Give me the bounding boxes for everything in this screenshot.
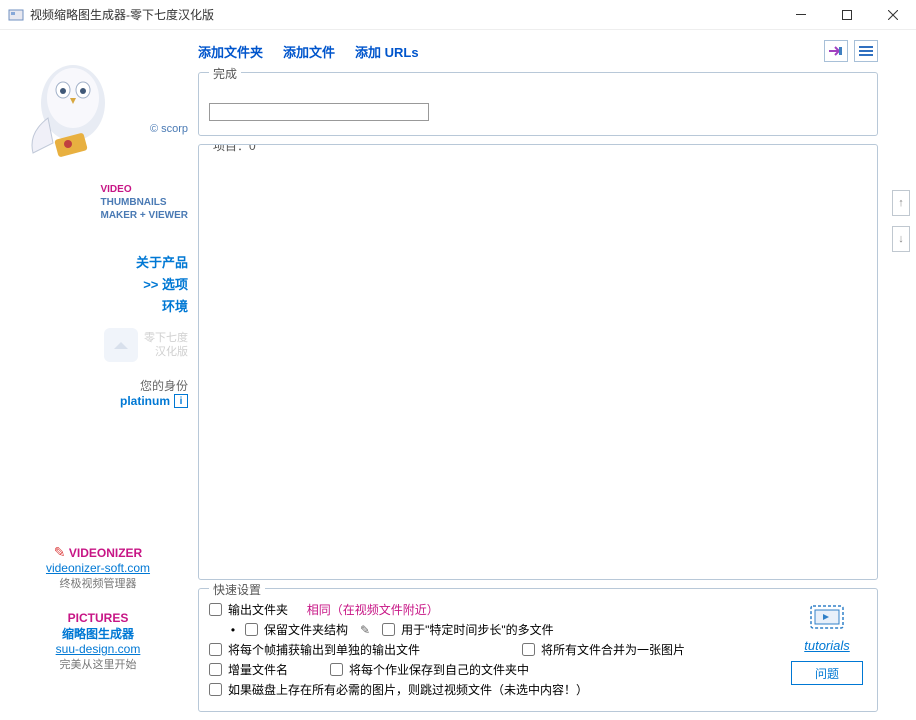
titlebar: 视频缩略图生成器-零下七度汉化版 — [0, 0, 916, 30]
window-controls — [778, 0, 916, 30]
suu-link[interactable]: suu-design.com — [56, 642, 141, 656]
tutorials-button[interactable]: tutorials — [792, 601, 862, 653]
copyright-label: © scorp — [150, 123, 188, 135]
options-link[interactable]: >> 选项 — [136, 274, 188, 296]
owl-icon — [18, 48, 128, 168]
close-button[interactable] — [870, 0, 916, 30]
add-urls-link[interactable]: 添加 URLs — [355, 42, 419, 61]
progress-bar — [209, 103, 429, 121]
merge-all-label[interactable]: 将所有文件合并为一张图片 — [541, 641, 685, 658]
identity-label: 您的身份 — [120, 377, 188, 394]
each-frame-checkbox[interactable] — [209, 643, 222, 656]
minimize-button[interactable] — [778, 0, 824, 30]
tutorials-icon — [805, 602, 849, 638]
group-quick-label: 快速设置 — [209, 581, 265, 598]
identity-section: 您的身份 platinum i — [120, 377, 188, 408]
tutorials-label: tutorials — [804, 638, 850, 653]
group-quick-settings: 快速设置 输出文件夹 相同（在视频文件附近） • 保留文件夹结构 ✎ 用于" — [198, 588, 878, 712]
pencil-icon[interactable]: ✎ — [360, 623, 370, 637]
videonizer-desc: 终极视频管理器 — [60, 578, 137, 590]
output-folder-label[interactable]: 输出文件夹 — [228, 601, 288, 618]
keep-structure-label[interactable]: 保留文件夹结构 — [264, 621, 348, 638]
run-button[interactable] — [824, 40, 848, 62]
save-own-label[interactable]: 将每个作业保存到自己的文件夹中 — [349, 661, 529, 678]
skip-if-exists-label[interactable]: 如果磁盘上存在所有必需的图片，则跳过视频文件（未选中内容！） — [228, 681, 588, 698]
pictures-title: PICTURES — [68, 611, 129, 625]
increment-label[interactable]: 增量文件名 — [228, 661, 288, 678]
output-folder-checkbox[interactable] — [209, 603, 222, 616]
logo-text: VIDEO THUMBNAILS MAKER + VIEWER — [100, 183, 188, 222]
arrow-right-icon — [828, 45, 844, 57]
sidebar: © scorp VIDEO THUMBNAILS MAKER + VIEWER … — [8, 38, 198, 712]
use-time-checkbox[interactable] — [382, 623, 395, 636]
environment-link[interactable]: 环境 — [136, 296, 188, 318]
info-icon[interactable]: i — [174, 394, 188, 408]
group-complete: 完成 — [198, 72, 878, 136]
window-title: 视频缩略图生成器-零下七度汉化版 — [30, 6, 778, 23]
save-own-checkbox[interactable] — [330, 663, 343, 676]
app-icon — [8, 7, 24, 23]
translator-credit: 零下七度 汉化版 — [104, 328, 188, 362]
about-link[interactable]: 关于产品 — [136, 252, 188, 274]
menu-icon — [859, 45, 873, 57]
maximize-button[interactable] — [824, 0, 870, 30]
merge-all-checkbox[interactable] — [522, 643, 535, 656]
translator-icon — [104, 328, 138, 362]
group-items-label: 项目：0 — [209, 144, 260, 154]
group-items: 项目：0 — [198, 144, 878, 580]
side-arrows: ↑ ↓ — [892, 190, 910, 252]
logo-area: © scorp — [18, 48, 188, 178]
suu-desc: 完美从这里开始 — [60, 659, 137, 671]
add-file-link[interactable]: 添加文件 — [283, 42, 335, 61]
identity-value: platinum — [120, 394, 170, 408]
wand-icon: ✎ — [54, 544, 66, 560]
group-complete-label: 完成 — [209, 65, 241, 82]
each-frame-label[interactable]: 将每个帧捕获输出到单独的输出文件 — [228, 641, 420, 658]
move-down-button[interactable]: ↓ — [892, 226, 910, 252]
main-area: 添加文件夹 添加文件 添加 URLs 完成 项目：0 快速设置 — [198, 38, 908, 712]
bottom-links: ✎ VIDEONIZER videonizer-soft.com 终极视频管理器… — [8, 544, 188, 692]
keep-structure-checkbox[interactable] — [245, 623, 258, 636]
menu-button[interactable] — [854, 40, 878, 62]
use-time-label[interactable]: 用于"特定时间步长"的多文件 — [401, 621, 554, 638]
sidebar-menu: 关于产品 >> 选项 环境 — [136, 252, 188, 318]
question-button[interactable]: 问题 — [791, 661, 863, 685]
add-folder-link[interactable]: 添加文件夹 — [198, 42, 263, 61]
same-location-link[interactable]: 相同（在视频文件附近） — [307, 601, 439, 618]
pictures-sub: 缩略图生成器 — [62, 627, 134, 641]
toolbar: 添加文件夹 添加文件 添加 URLs — [198, 38, 878, 64]
increment-checkbox[interactable] — [209, 663, 222, 676]
skip-if-exists-checkbox[interactable] — [209, 683, 222, 696]
videonizer-title: VIDEONIZER — [69, 546, 142, 560]
move-up-button[interactable]: ↑ — [892, 190, 910, 216]
videonizer-link[interactable]: videonizer-soft.com — [46, 561, 150, 575]
